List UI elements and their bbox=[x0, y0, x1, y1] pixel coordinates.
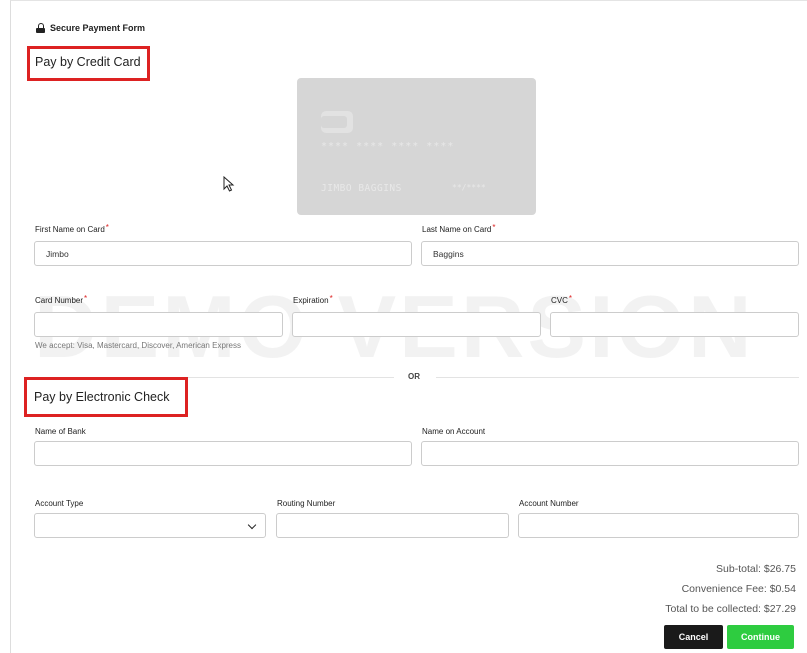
credit-card-section-title: Pay by Credit Card bbox=[35, 55, 141, 69]
first-name-field[interactable]: Jimbo bbox=[34, 241, 412, 266]
secure-label: Secure Payment Form bbox=[50, 23, 146, 33]
routing-number-label: Routing Number bbox=[277, 499, 336, 508]
card-preview-name: JIMBO BAGGINS bbox=[321, 183, 402, 194]
accepted-cards-note: We accept: Visa, Mastercard, Discover, A… bbox=[35, 341, 242, 350]
account-name-label: Name on Account bbox=[422, 427, 486, 436]
expiration-field[interactable] bbox=[292, 312, 541, 337]
bank-name-label: Name of Bank bbox=[35, 427, 86, 436]
account-number-label: Account Number bbox=[519, 499, 579, 508]
required-asterisk: * bbox=[492, 223, 496, 232]
card-number-label: Card Number* bbox=[35, 294, 88, 305]
chevron-down-icon bbox=[247, 520, 257, 530]
account-type-label: Account Type bbox=[35, 499, 84, 508]
mouse-cursor-icon bbox=[223, 176, 235, 192]
required-asterisk: * bbox=[329, 294, 333, 303]
subtotal-text: Sub-total: $26.75 bbox=[716, 563, 796, 575]
divider-line-right bbox=[436, 377, 799, 378]
required-asterisk: * bbox=[568, 294, 573, 303]
or-divider-text: OR bbox=[408, 372, 420, 381]
continue-button[interactable]: Continue bbox=[727, 625, 794, 649]
chip-icon bbox=[321, 111, 353, 133]
last-name-field[interactable]: Baggins bbox=[421, 241, 799, 266]
lock-icon bbox=[36, 23, 45, 33]
required-asterisk: * bbox=[105, 223, 109, 232]
bank-name-field[interactable] bbox=[34, 441, 412, 466]
total-collected-text: Total to be collected: $27.29 bbox=[665, 603, 796, 615]
secure-header: Secure Payment Form bbox=[36, 23, 145, 33]
cvc-label: CVC* bbox=[551, 294, 573, 305]
required-asterisk: * bbox=[84, 294, 88, 303]
cancel-button[interactable]: Cancel bbox=[664, 625, 723, 649]
account-number-field[interactable] bbox=[518, 513, 799, 538]
last-name-label: Last Name on Card* bbox=[422, 223, 496, 234]
first-name-label: First Name on Card* bbox=[35, 223, 109, 234]
check-section-title: Pay by Electronic Check bbox=[34, 390, 170, 404]
account-type-select[interactable] bbox=[34, 513, 266, 538]
cvc-field[interactable] bbox=[550, 312, 799, 337]
card-number-field[interactable] bbox=[34, 312, 283, 337]
expiration-label: Expiration* bbox=[293, 294, 333, 305]
card-preview-expiry: **/**** bbox=[452, 183, 486, 192]
routing-number-field[interactable] bbox=[276, 513, 509, 538]
card-preview: **** **** **** **** JIMBO BAGGINS **/***… bbox=[297, 78, 536, 215]
convenience-fee-text: Convenience Fee: $0.54 bbox=[681, 583, 796, 595]
card-preview-number: **** **** **** **** bbox=[321, 141, 455, 152]
account-name-field[interactable] bbox=[421, 441, 799, 466]
